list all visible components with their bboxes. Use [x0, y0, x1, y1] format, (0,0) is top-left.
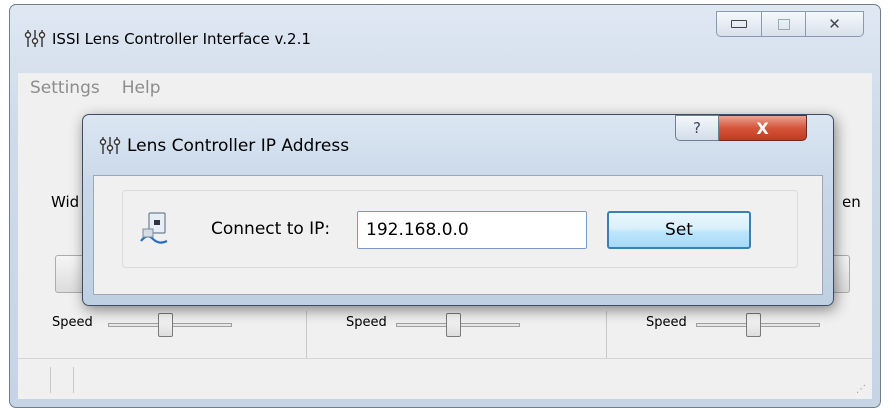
menu-bar: Settings Help — [18, 73, 872, 104]
connection-panel: Connect to IP: Set — [122, 190, 798, 268]
left-group-label: Wid — [51, 193, 80, 211]
maximize-icon — [777, 18, 790, 30]
close-icon: X — [756, 118, 769, 138]
separator — [306, 311, 307, 361]
set-button[interactable]: Set — [607, 211, 751, 249]
resize-grip-icon[interactable]: ⋰ — [856, 384, 866, 395]
speed-label-right: Speed — [646, 315, 687, 330]
dialog-title: Lens Controller IP Address — [127, 136, 350, 156]
ip-label: Connect to IP: — [211, 219, 331, 239]
window-controls: ✕ — [716, 11, 864, 37]
ip-address-input[interactable] — [357, 211, 587, 249]
help-icon: ? — [693, 119, 701, 137]
dialog-close-button[interactable]: X — [719, 115, 807, 141]
main-titlebar[interactable]: ISSI Lens Controller Interface v.2.1 ✕ — [10, 5, 880, 71]
separator — [606, 311, 607, 361]
maximize-button[interactable] — [762, 11, 806, 37]
speed-slider-middle[interactable] — [396, 313, 520, 337]
status-panel — [50, 367, 74, 393]
menu-help[interactable]: Help — [110, 78, 171, 98]
ip-address-dialog: Lens Controller IP Address ? X Connect t… — [82, 114, 834, 306]
speed-label-left: Speed — [52, 315, 93, 330]
menu-settings[interactable]: Settings — [18, 78, 110, 98]
dialog-client-area: Connect to IP: Set — [93, 175, 823, 295]
minimize-button[interactable] — [716, 11, 762, 37]
close-button[interactable]: ✕ — [806, 11, 864, 37]
close-icon: ✕ — [828, 15, 841, 33]
help-button[interactable]: ? — [675, 115, 719, 141]
minimize-icon — [731, 20, 747, 28]
slider-thumb[interactable] — [746, 313, 761, 337]
lens-controller-icon — [99, 137, 121, 154]
right-group-label: en — [842, 193, 861, 211]
slider-thumb[interactable] — [158, 313, 173, 337]
speed-slider-left[interactable] — [108, 313, 232, 337]
speed-slider-right[interactable] — [696, 313, 820, 337]
lens-controller-icon — [24, 30, 46, 47]
speed-label-middle: Speed — [346, 315, 387, 330]
status-bar: ⋰ — [18, 358, 872, 399]
network-connection-icon — [140, 212, 168, 244]
slider-thumb[interactable] — [446, 313, 461, 337]
window-title: ISSI Lens Controller Interface v.2.1 — [52, 30, 311, 48]
